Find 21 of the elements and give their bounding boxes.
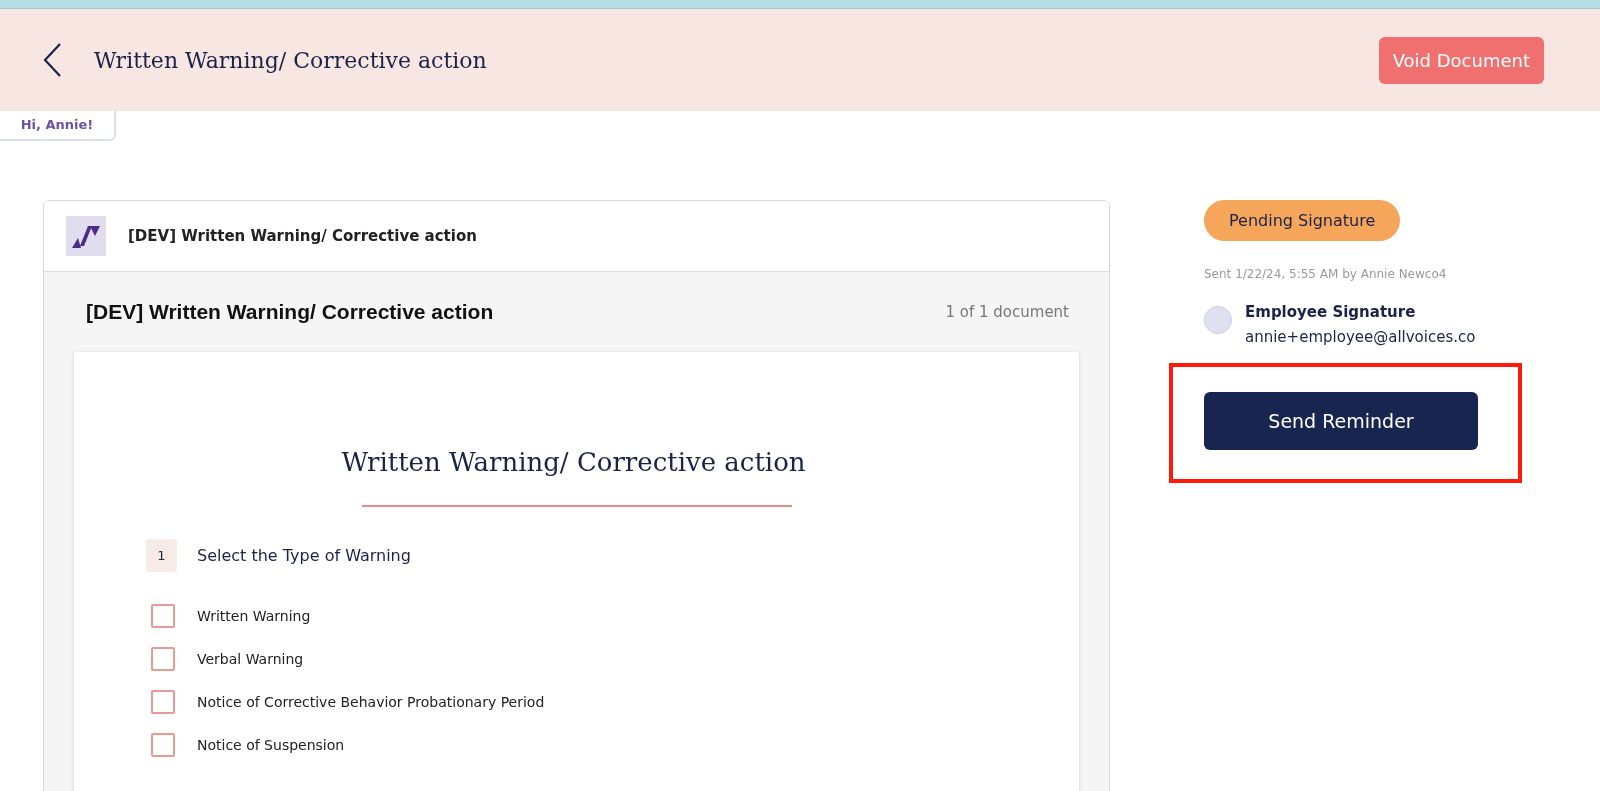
checkbox[interactable]: [151, 689, 175, 714]
checkbox[interactable]: [151, 732, 175, 757]
logo-icon: [66, 216, 106, 256]
question-number: 1: [146, 539, 177, 572]
status-badge: Pending Signature: [1204, 200, 1401, 241]
signer-email: annie+employee@allvoices.co: [1245, 328, 1476, 346]
sent-info: Sent 1/22/24, 5:55 AM by Annie Newco4: [1204, 267, 1447, 281]
option-label: Notice of Suspension: [197, 736, 345, 753]
option-label: Written Warning: [197, 607, 311, 624]
document-heading: Written Warning/ Corrective action: [340, 447, 807, 477]
send-reminder-button[interactable]: Send Reminder: [1204, 392, 1478, 450]
option-label: Verbal Warning: [197, 650, 304, 667]
document-header-title: [DEV] Written Warning/ Corrective action: [128, 227, 477, 245]
checkbox[interactable]: [151, 646, 175, 671]
option-label: Notice of Corrective Behavior Probationary Period: [197, 693, 545, 710]
document-title: [DEV] Written Warning/ Corrective action: [86, 300, 494, 324]
checkbox[interactable]: [151, 603, 175, 628]
question-label: Select the Type of Warning: [197, 546, 411, 565]
page-title: Written Warning/ Corrective action: [94, 47, 488, 73]
page-count: 1 of 1 document: [945, 303, 1069, 321]
signer-role: Employee Signature: [1245, 303, 1417, 321]
